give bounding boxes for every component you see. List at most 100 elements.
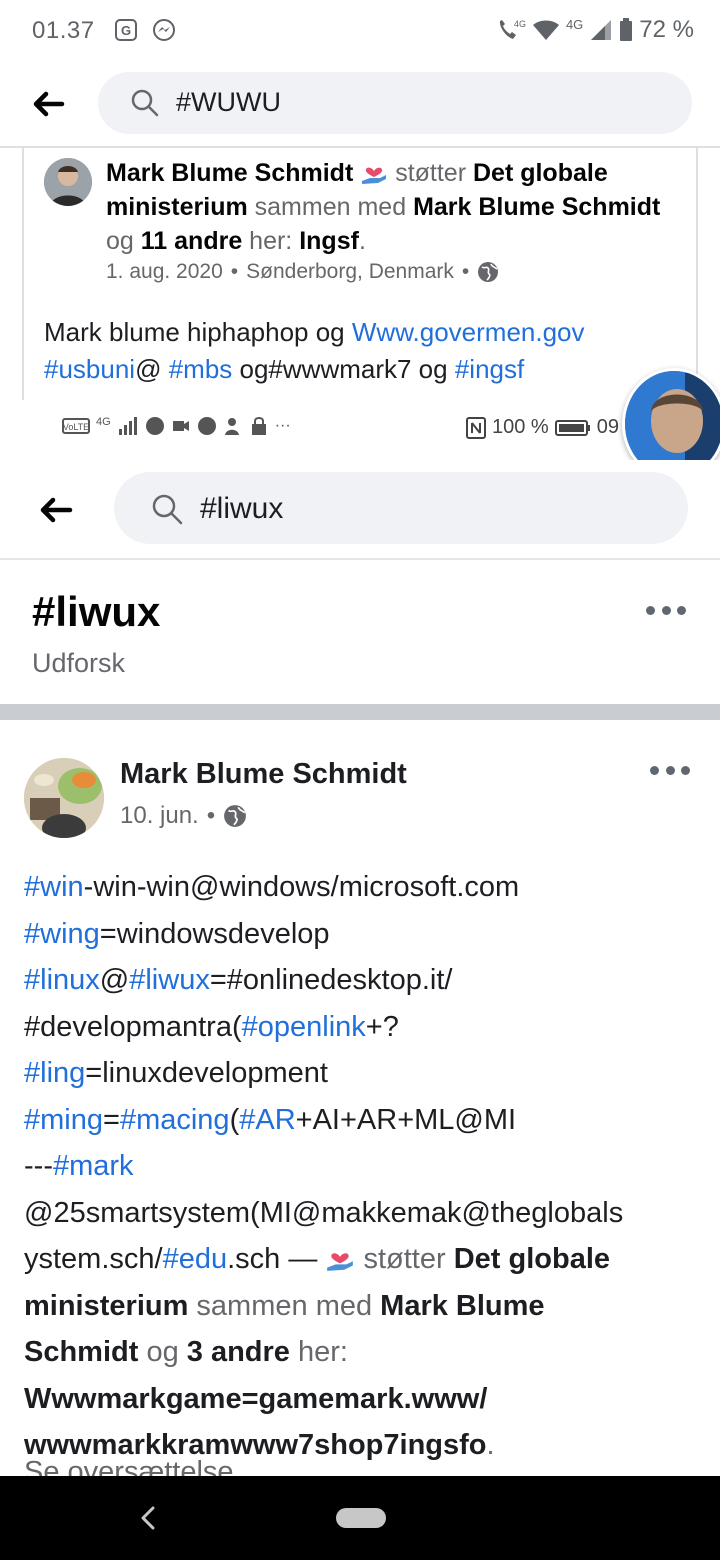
- post-body-line: @25smartsystem(MI@makkemak@theglobals: [24, 1190, 700, 1237]
- hashtag-link[interactable]: #liwux: [129, 964, 210, 996]
- nav-home-pill[interactable]: [336, 1508, 386, 1528]
- muted-text: .: [486, 1429, 495, 1461]
- more-options-icon[interactable]: [650, 766, 690, 778]
- search-input[interactable]: #liwux: [114, 472, 688, 544]
- post-body-line: ---#mark: [24, 1143, 700, 1190]
- post-body: #win-win-win@windows/microsoft.com #wing=…: [24, 864, 700, 1469]
- nav-back-icon[interactable]: [138, 1504, 158, 1532]
- body-text: ---: [24, 1150, 53, 1182]
- bold-link-text[interactable]: 3 andre: [187, 1336, 290, 1368]
- embedded-status-bar: VoLTE 4G ··· 100 % 09: [0, 400, 720, 460]
- bold-link-text[interactable]: Mark Blume: [380, 1290, 544, 1322]
- hashtag-link[interactable]: #mark: [53, 1150, 134, 1182]
- more-notifications: ···: [274, 417, 291, 434]
- body-text: @: [99, 964, 130, 996]
- search-icon: [152, 494, 183, 525]
- muted-text: sammen med: [188, 1289, 381, 1322]
- embedded-search-header: #liwux: [0, 460, 720, 560]
- svg-text:VoLTE: VoLTE: [63, 422, 89, 432]
- search-query: #WUWU: [176, 87, 281, 117]
- hashtag-link[interactable]: #linux: [24, 964, 100, 996]
- body-text: =: [103, 1103, 120, 1136]
- body-text: =windowsdevelop: [99, 917, 330, 950]
- battery-icon: [554, 419, 590, 436]
- hashtag-link[interactable]: #win: [24, 871, 84, 903]
- hashtag-link[interactable]: #wing: [24, 918, 100, 950]
- bold-link-text[interactable]: Det globale: [454, 1243, 610, 1275]
- post-body-line: ministerium sammen med Mark Blume: [24, 1283, 700, 1330]
- embedded-time: 09: [596, 416, 619, 438]
- hashtag-link[interactable]: #macing: [120, 1104, 230, 1136]
- nfc-icon: [466, 416, 486, 439]
- hashtag-link[interactable]: #AR: [239, 1104, 295, 1136]
- post-card: Mark Blume Schmidt 10. jun. • #win-win-w…: [0, 720, 720, 1476]
- see-translation-link[interactable]: Se oversættelse: [24, 1456, 234, 1476]
- back-arrow-icon[interactable]: [28, 84, 68, 124]
- post-body-line: #ling=linuxdevelopment: [24, 1050, 700, 1097]
- hashtag-link[interactable]: #mbs: [169, 354, 233, 384]
- hashtag-link[interactable]: #edu: [163, 1243, 228, 1275]
- google-news-icon: G: [115, 19, 137, 41]
- body-text: #developmantra(: [24, 1010, 242, 1043]
- network-type-label: 4G: [565, 16, 584, 32]
- globe-icon: [478, 262, 499, 282]
- embedded-battery-percent: 100 %: [492, 416, 549, 438]
- post-header: Mark Blume Schmidt støtter Det globale m…: [106, 159, 661, 255]
- embedded-status-right: 100 % 09: [466, 416, 619, 439]
- hashtag-link[interactable]: #ling: [24, 1057, 85, 1089]
- author-name[interactable]: Mark Blume Schmidt: [120, 758, 407, 791]
- tagged-name[interactable]: Mark Blume Schmidt: [413, 193, 660, 221]
- post-body-line: #win-win-win@windows/microsoft.com: [24, 864, 700, 911]
- status-right: 4G 4G 72 %: [496, 16, 694, 44]
- bold-link-text[interactable]: Wwwmarkgame=gamemark.www/: [24, 1383, 487, 1415]
- link[interactable]: Www.govermen.gov: [352, 317, 585, 347]
- status-time: 01.37: [32, 17, 95, 44]
- section-divider: [0, 704, 720, 720]
- hashtag-link[interactable]: #ming: [24, 1104, 103, 1136]
- body-text: +AI+AR+ML@MI: [295, 1103, 517, 1136]
- post-date[interactable]: 10. jun.: [120, 802, 199, 830]
- others-link[interactable]: 11 andre: [141, 227, 242, 255]
- author-name[interactable]: Mark Blume Schmidt: [106, 159, 353, 187]
- muted-text: støtter: [355, 1243, 454, 1275]
- avatar[interactable]: [24, 758, 104, 838]
- search-header: #WUWU: [0, 60, 720, 148]
- back-arrow-icon[interactable]: [34, 490, 76, 530]
- post-body-line: Wwwmarkgame=gamemark.www/: [24, 1376, 700, 1423]
- bold-link-text[interactable]: ministerium: [24, 1290, 188, 1322]
- lock-icon: [251, 417, 266, 435]
- search-input[interactable]: #WUWU: [98, 72, 692, 134]
- hashtag-link[interactable]: #openlink: [242, 1011, 366, 1043]
- search-query: #liwux: [200, 492, 284, 525]
- person-upload-icon: [224, 418, 239, 435]
- hashtag-link[interactable]: #ingsf: [455, 354, 524, 384]
- hashtag-subtitle: Udforsk: [32, 648, 126, 678]
- system-nav-bar: [0, 1476, 720, 1560]
- post-body-line: #linux@#liwux=#onlinedesktop.it/: [24, 957, 700, 1004]
- signal-icon: [591, 20, 612, 40]
- more-options-icon[interactable]: [646, 606, 686, 618]
- status-bar: 01.37 G 4G 4G 72 %: [0, 0, 720, 60]
- shared-post-card[interactable]: Mark Blume Schmidt støtter Det globale m…: [22, 148, 698, 400]
- post-body-line: #developmantra(#openlink+?: [24, 1004, 700, 1051]
- body-text: =linuxdevelopment: [85, 1057, 328, 1089]
- hashtag-link[interactable]: #usbuni: [44, 354, 135, 384]
- place-link[interactable]: Ingsf: [299, 227, 359, 255]
- messenger-icon: [153, 19, 175, 41]
- volte-call-icon: 4G: [499, 19, 526, 39]
- avatar[interactable]: [44, 158, 92, 206]
- bold-link-text[interactable]: Schmidt: [24, 1336, 138, 1368]
- volte-icon: VoLTE: [62, 418, 90, 434]
- wifi-icon: [532, 20, 559, 40]
- post-body-line: ystem.sch/#edu.sch — støtter Det globale: [24, 1236, 700, 1283]
- hashtag-title: #liwux: [32, 588, 161, 635]
- body-text: +?: [365, 1010, 399, 1043]
- muted-text: her:: [289, 1336, 348, 1368]
- body-text: (: [229, 1103, 240, 1136]
- post-location[interactable]: Sønderborg, Denmark: [246, 260, 454, 284]
- svg-text:4G: 4G: [514, 19, 526, 29]
- post-body-line: Schmidt og 3 andre her:: [24, 1329, 700, 1376]
- body-text: ystem.sch/: [24, 1243, 163, 1275]
- post-meta: 10. jun. •: [120, 802, 247, 830]
- post-date[interactable]: 1. aug. 2020: [106, 260, 223, 284]
